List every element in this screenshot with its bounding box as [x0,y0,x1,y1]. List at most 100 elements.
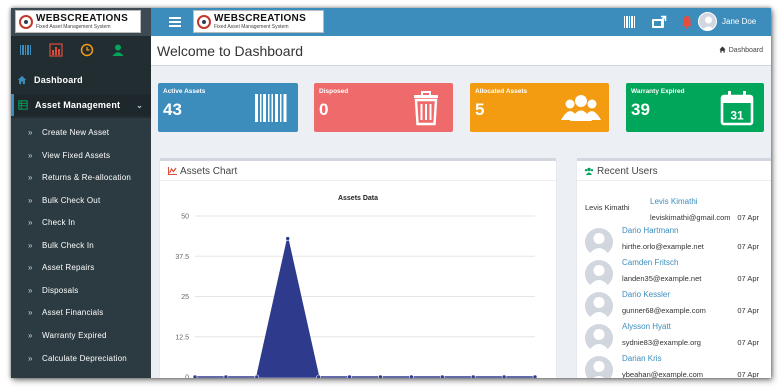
trash-icon [414,91,438,126]
sidebar-subitem[interactable]: » Asset Repairs [11,256,151,278]
info-box-warranty-expired[interactable]: Warranty Expired 39 31 [626,83,764,132]
data-point[interactable] [501,374,507,378]
list-item: Darian Kris ybeahan@example.com 07 Apr [577,354,767,378]
info-box-label: Allocated Assets [475,88,528,95]
info-box-disposed[interactable]: Disposed 0 [314,83,453,132]
page-title: Welcome to Dashboard [157,43,304,59]
user-name-link[interactable]: Alysson Hyatt [622,322,671,331]
users-icon [561,95,601,121]
user-email: ybeahan@example.com [622,370,703,378]
barcode-icon[interactable] [19,43,33,57]
breadcrumb-label: Dashboard [728,47,763,54]
sidebar-subitem-label: Create New Asset [42,127,110,137]
info-box-allocated-assets[interactable]: Allocated Assets 5 [470,83,609,132]
clock-icon[interactable] [80,43,94,57]
brand-logo-header[interactable]: WEBSCREATIONS Fixed Asset Management Sys… [193,10,324,33]
broken-image-alt: Levis Kimathi [585,203,630,212]
app-window: WEBSCREATIONS Fixed Asset Management Sys… [11,8,771,378]
user-name-link[interactable]: Camden Fritsch [622,258,678,267]
info-box-value: 5 [475,100,485,119]
content-header: Welcome to Dashboard Dashboard [151,36,771,66]
y-tick-label: 0 [185,375,189,379]
sidebar-subitem[interactable]: » Returns & Re-allocation [11,166,151,188]
sidebar-subitem[interactable]: » Bulk Check Out [11,189,151,211]
sidebar-subitem[interactable]: » View Fixed Assets [11,144,151,166]
data-point[interactable] [285,236,291,241]
data-point[interactable] [192,374,198,378]
double-chevron-right-icon: » [28,150,33,160]
sidebar-subitem-label: Bulk Check Out [42,195,101,205]
user-name-link[interactable]: Dario Hartmann [622,226,678,235]
user-email: gunner68@example.com [622,306,706,315]
avatar[interactable] [698,12,717,31]
double-chevron-right-icon: » [28,262,33,272]
info-box-active-assets[interactable]: Active Assets 43 [158,83,298,132]
barcode-icon [255,94,287,122]
data-point[interactable] [439,374,445,378]
list-item: Dario Kessler gunner68@example.com 07 Apr [577,290,767,322]
assets-chart: 50 37.5 25 12.5 0 [175,214,538,379]
assets-chart-panel: Assets Chart Assets Data 50 37.5 25 12.5 0 [160,158,556,378]
y-tick-label: 50 [181,214,189,221]
user-name-link[interactable]: Darian Kris [622,354,662,363]
brand-subtitle: Fixed Asset Management System [214,23,289,30]
sidebar-quick-icons [11,43,151,61]
data-point[interactable] [470,374,476,378]
sidebar-subitem-label: Disposals [42,285,79,295]
sidebar-subitem-label: Warranty Expired [42,330,107,340]
sidebar-subitem[interactable]: » Create New Asset [11,121,151,143]
breadcrumb[interactable]: Dashboard [719,46,763,54]
data-point[interactable] [254,374,260,378]
double-chevron-right-icon: » [28,127,33,137]
sidebar: WEBSCREATIONS Fixed Asset Management Sys… [11,8,151,378]
data-point[interactable] [378,374,383,378]
avatar [585,324,613,352]
barcode-icon[interactable] [622,14,638,30]
double-chevron-right-icon: » [28,307,33,317]
data-point[interactable] [223,374,229,378]
double-chevron-right-icon: » [28,330,33,340]
sidebar-subitem[interactable]: » Asset Financials [11,301,151,323]
info-box-label: Active Assets [163,88,206,95]
home-icon [719,46,726,53]
calendar-icon: 31 [720,91,754,126]
menu-toggle-icon[interactable] [169,17,181,27]
brand-subtitle: Fixed Asset Management System [36,23,111,30]
sidebar-subitem[interactable]: » Check In [11,211,151,233]
sidebar-item-asset-management[interactable]: Asset Management ⌄ [11,94,151,116]
sidebar-subitem[interactable]: » Bulk Check In [11,234,151,256]
data-point[interactable] [347,374,352,378]
brand-title: WEBSCREATIONS [36,12,129,24]
avatar [585,356,613,378]
sidebar-subitem[interactable]: » Disposals [11,279,151,301]
sidebar-subitem-label: Calculate Depreciation [42,353,127,363]
user-name-link[interactable]: Levis Kimathi [650,197,698,206]
user-name-link[interactable]: Dario Kessler [622,290,670,299]
user-icon[interactable] [111,43,125,57]
sidebar-subitem[interactable]: » Warranty Expired [11,324,151,346]
sidebar-subitem-label: Check In [42,217,76,227]
sidebar-subitem-label: View Fixed Assets [42,150,111,160]
chart-icon[interactable] [49,43,63,57]
user-date: 07 Apr [737,274,759,283]
avatar [585,292,613,320]
sidebar-subitem-label: Asset Repairs [42,262,95,272]
y-tick-label: 37.5 [175,254,189,261]
user-date: 07 Apr [737,306,759,315]
data-point[interactable] [409,374,414,378]
sidebar-subitem-label: Bulk Check In [42,240,94,250]
data-point[interactable] [532,374,538,378]
brand-logo[interactable]: WEBSCREATIONS Fixed Asset Management Sys… [15,10,141,33]
export-icon[interactable] [651,14,667,30]
sidebar-item-dashboard[interactable]: Dashboard [11,69,151,91]
main-content: Welcome to Dashboard Dashboard Active As… [151,36,771,378]
sidebar-subitem[interactable]: » Calculate Depreciation [11,347,151,369]
sidebar-subitem-label: Asset Financials [42,307,104,317]
bell-icon[interactable] [679,14,695,30]
user-email: landen35@example.net [622,274,702,283]
sidebar-logo-bar: WEBSCREATIONS Fixed Asset Management Sys… [11,8,151,36]
data-point[interactable] [316,374,321,378]
avatar [585,260,613,288]
chevron-down-icon: ⌄ [136,100,143,110]
user-name[interactable]: Jane Doe [722,17,756,26]
